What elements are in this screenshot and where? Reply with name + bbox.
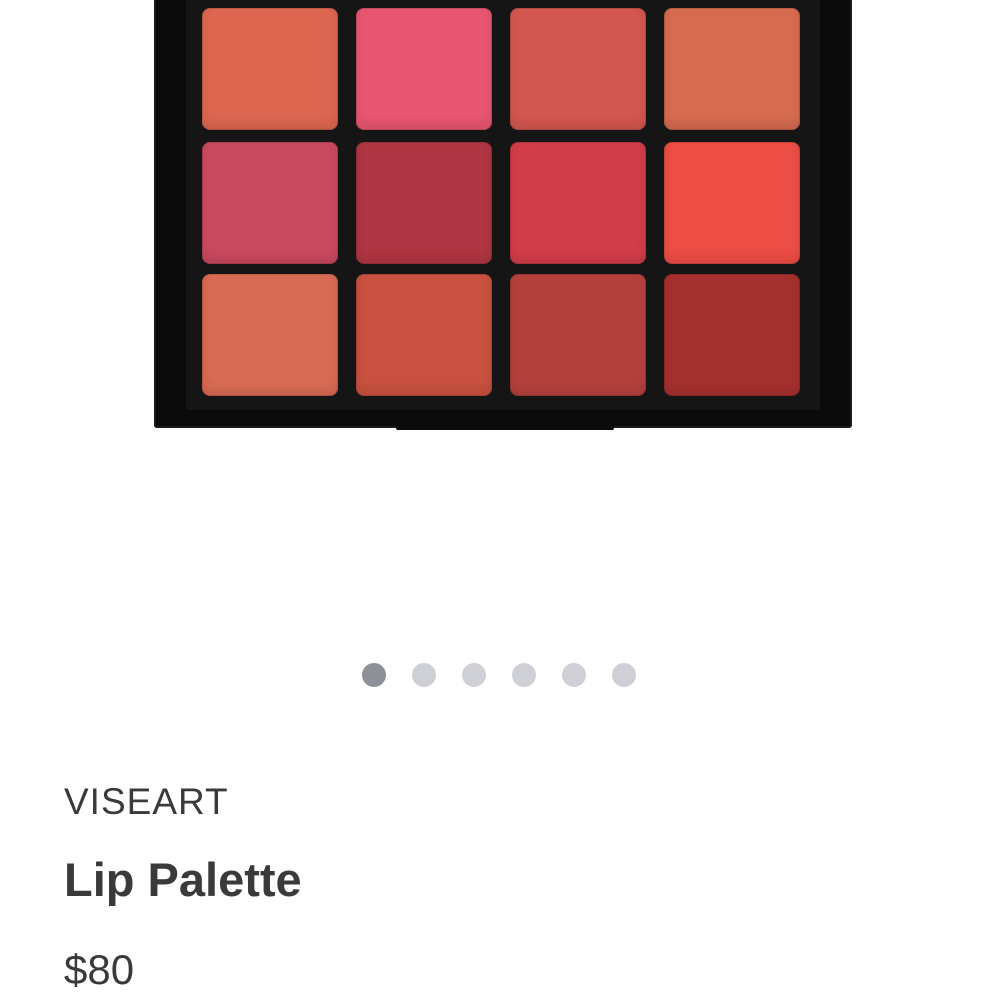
lip-shade-pan (356, 274, 492, 396)
carousel-dot[interactable] (462, 663, 486, 687)
carousel-dot[interactable] (362, 663, 386, 687)
product-title: Lip Palette (64, 853, 302, 906)
lip-shade-pan (202, 8, 338, 130)
lip-shade-pan (202, 274, 338, 396)
lip-palette-case (154, 0, 852, 430)
palette-case-lip (396, 422, 614, 430)
lip-shade-pan (510, 8, 646, 130)
lip-shade-pan (664, 8, 800, 130)
lip-shade-pan (510, 274, 646, 396)
lip-shade-pan (510, 142, 646, 264)
carousel-dot[interactable] (412, 663, 436, 687)
lip-shade-pan (356, 142, 492, 264)
carousel-dot[interactable] (562, 663, 586, 687)
product-image[interactable] (0, 0, 1000, 620)
lip-shade-pan (202, 142, 338, 264)
brand-name-link[interactable]: VISEART (64, 780, 229, 824)
lip-shade-pan (356, 8, 492, 130)
product-price: $80 (64, 946, 135, 993)
lip-shade-pan (664, 142, 800, 264)
palette-pan-grid (186, 0, 820, 410)
carousel-dot[interactable] (612, 663, 636, 687)
image-carousel-indicator (362, 663, 638, 687)
carousel-dot[interactable] (512, 663, 536, 687)
lip-shade-pan (664, 274, 800, 396)
